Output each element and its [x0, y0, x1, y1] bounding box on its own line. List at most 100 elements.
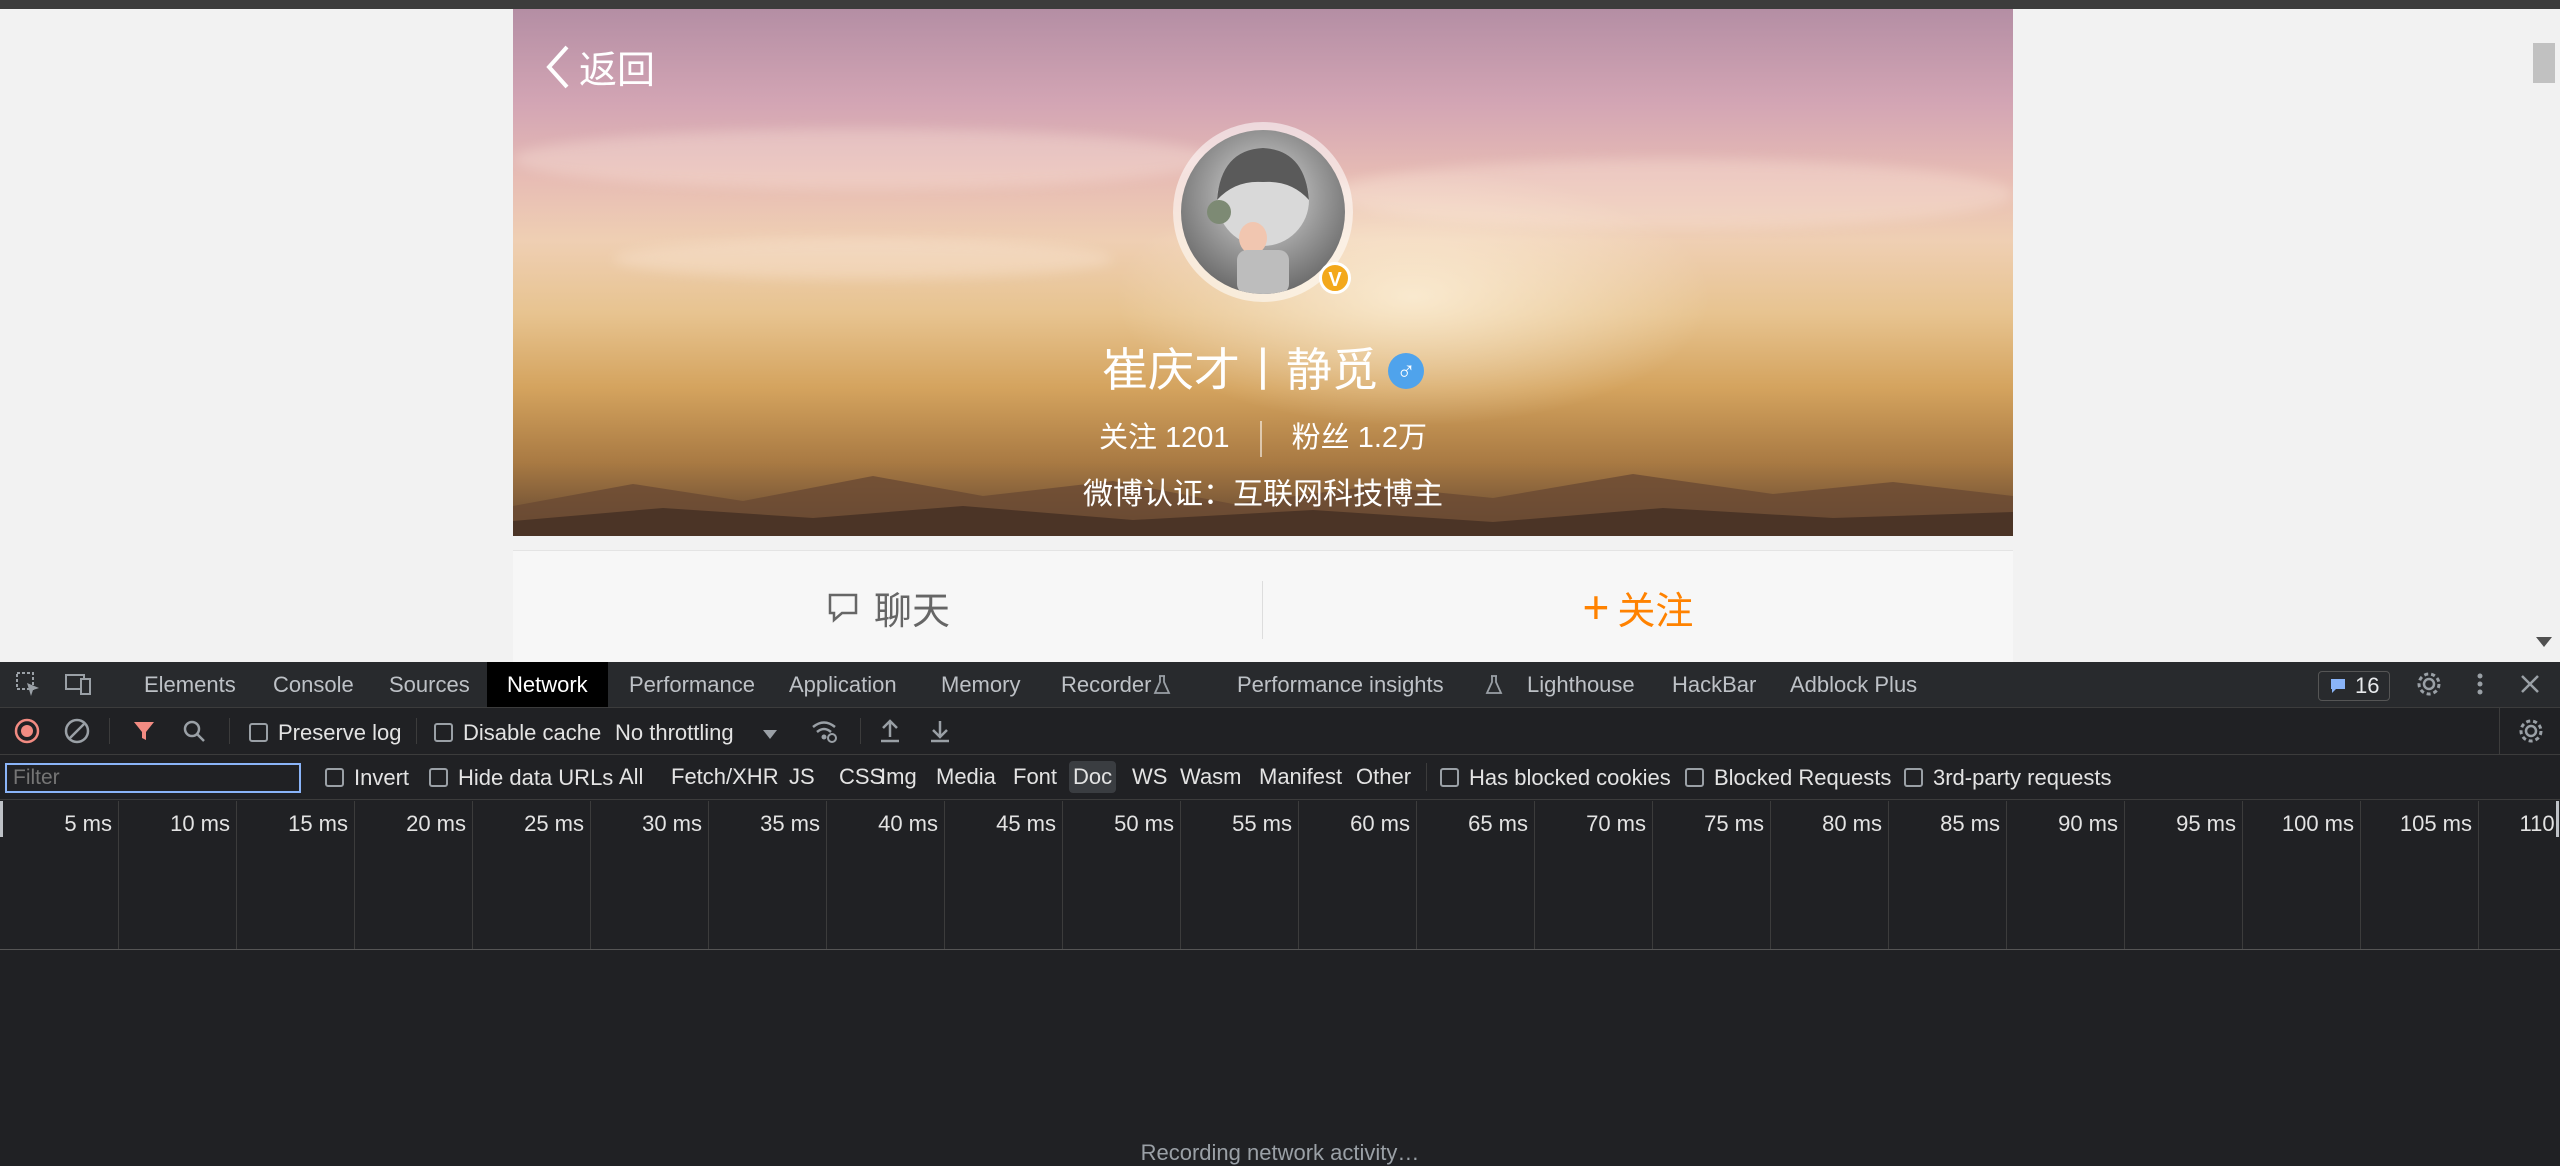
timeline-tick-label: 30 ms [642, 811, 702, 836]
clear-icon[interactable] [64, 718, 90, 744]
tab-application[interactable]: Application [769, 662, 917, 707]
network-toolbar: Preserve log Disable cache No throttling [0, 708, 2560, 755]
throttling-select[interactable]: No throttling [615, 720, 778, 746]
close-icon[interactable] [2516, 670, 2544, 698]
tab-network[interactable]: Network [487, 662, 608, 707]
network-overview-timeline: 5 ms 10 ms 15 ms 20 ms 25 ms 30 ms 35 ms 40 ms 4… [0, 801, 2560, 950]
page-scrollbar[interactable] [2530, 9, 2560, 662]
type-filter-font[interactable]: Font [1009, 761, 1061, 793]
timeline-tick-label: 10 ms [170, 811, 230, 836]
timeline-tick-label: 35 ms [760, 811, 820, 836]
timeline-tick-label: 50 ms [1114, 811, 1174, 836]
tab-memory[interactable]: Memory [921, 662, 1040, 707]
timeline-gridline [1770, 801, 1771, 949]
timeline-gridline [1180, 801, 1181, 949]
timeline-tick-label: 20 ms [406, 811, 466, 836]
tab-sources[interactable]: Sources [369, 662, 490, 707]
browser-top-bar [0, 0, 2560, 9]
tab-elements[interactable]: Elements [124, 662, 256, 707]
timeline-gridline [708, 801, 709, 949]
tab-performance[interactable]: Performance [609, 662, 775, 707]
tab-console[interactable]: Console [253, 662, 374, 707]
type-filter-media[interactable]: Media [932, 761, 1000, 793]
issues-badge[interactable]: 16 [2318, 671, 2391, 701]
type-filter-wasm[interactable]: Wasm [1176, 761, 1246, 793]
profile-stats: 关注 1201 粉丝 1.2万 [513, 414, 2013, 458]
timeline-gridline [944, 801, 945, 949]
type-filter-manifest[interactable]: Manifest [1255, 761, 1346, 793]
timeline-gridline [1062, 801, 1063, 949]
timeline-gridline [590, 801, 591, 949]
timeline-gridline [472, 801, 473, 949]
record-stop-icon[interactable] [14, 718, 40, 744]
type-filter-all[interactable]: All [615, 761, 647, 793]
follow-button[interactable]: + 关注 [1263, 551, 2013, 662]
timeline-gridline [118, 801, 119, 949]
tab-recorder[interactable]: Recorder [1041, 662, 1171, 707]
network-settings-gear-icon[interactable] [2517, 717, 2545, 745]
third-party-requests-checkbox[interactable]: 3rd-party requests [1904, 765, 2112, 791]
message-icon [2331, 679, 2345, 693]
scroll-down-arrow-icon[interactable] [2536, 637, 2552, 647]
fans-stat[interactable]: 粉丝 1.2万 [1292, 422, 1427, 454]
type-filter-img[interactable]: Img [876, 761, 921, 793]
preserve-log-checkbox[interactable]: Preserve log [249, 720, 402, 746]
more-options-icon[interactable] [2466, 670, 2494, 698]
settings-gear-icon[interactable] [2415, 670, 2443, 698]
timeline-right-handle[interactable] [2556, 801, 2559, 837]
profile-actions: 聊天 + 关注 [513, 550, 2013, 662]
timeline-tick-label: 45 ms [996, 811, 1056, 836]
tab-lighthouse[interactable]: Lighthouse [1507, 662, 1655, 707]
profile-name: 崔庆才丨静觅 [1102, 344, 1378, 396]
disable-cache-checkbox[interactable]: Disable cache [434, 720, 601, 746]
timeline-tick-label: 25 ms [524, 811, 584, 836]
timeline-tick-label: 80 ms [1822, 811, 1882, 836]
tab-adblock-plus[interactable]: Adblock Plus [1770, 662, 1937, 707]
timeline-gridline [2242, 801, 2243, 949]
avatar[interactable]: V [1173, 122, 1353, 302]
chat-icon [828, 593, 858, 623]
import-har-icon[interactable] [878, 717, 902, 745]
back-label: 返回 [579, 50, 656, 92]
type-filter-fetch-xhr[interactable]: Fetch/XHR [667, 761, 783, 793]
invert-checkbox[interactable]: Invert [325, 765, 409, 791]
type-filter-other[interactable]: Other [1352, 761, 1415, 793]
hide-data-urls-checkbox[interactable]: Hide data URLs [429, 765, 613, 791]
search-icon[interactable] [182, 719, 206, 743]
has-blocked-cookies-checkbox[interactable]: Has blocked cookies [1440, 765, 1671, 791]
timeline-gridline [1888, 801, 1889, 949]
timeline-gridline [1416, 801, 1417, 949]
timeline-tick-label: 110 ms [2519, 811, 2560, 836]
device-toolbar-icon[interactable] [64, 670, 92, 698]
timeline-gridline [354, 801, 355, 949]
timeline-tick-label: 100 ms [2281, 811, 2354, 836]
scrollbar-thumb[interactable] [2533, 43, 2555, 83]
type-filter-doc[interactable]: Doc [1069, 761, 1117, 793]
following-stat[interactable]: 关注 1201 [1099, 422, 1230, 454]
dropdown-arrow-icon [762, 730, 777, 739]
filter-input[interactable] [5, 763, 301, 793]
type-filter-ws[interactable]: WS [1128, 761, 1171, 793]
tab-performance-insights[interactable]: Performance insights [1217, 662, 1464, 707]
timeline-tick-label: 75 ms [1704, 811, 1764, 836]
timeline-tick-label: 5 ms [64, 811, 112, 836]
filter-icon[interactable] [132, 719, 156, 743]
inspect-element-icon[interactable] [14, 670, 42, 698]
back-button[interactable]: 返回 [543, 39, 655, 94]
timeline-gridline [2478, 801, 2479, 949]
type-filter-js[interactable]: JS [785, 761, 819, 793]
network-conditions-icon[interactable] [810, 718, 838, 744]
tab-hackbar[interactable]: HackBar [1652, 662, 1776, 707]
timeline-tick-label: 65 ms [1468, 811, 1528, 836]
timeline-gridline [1534, 801, 1535, 949]
chat-button[interactable]: 聊天 [513, 551, 1263, 662]
timeline-gridline [2006, 801, 2007, 949]
export-har-icon[interactable] [928, 717, 952, 745]
blocked-requests-checkbox[interactable]: Blocked Requests [1685, 765, 1891, 791]
network-filter-bar: Invert Hide data URLs All Fetch/XHR JS CSS I… [0, 755, 2560, 800]
timeline-left-handle[interactable] [0, 801, 3, 837]
recording-message: Recording network activity… [1140, 1140, 1420, 1165]
timeline-tick-label: 40 ms [878, 811, 938, 836]
page-viewport: 返回 V 崔庆才丨静觅♂ 关注 1201 粉丝 1.2万 微博认证：互联网科技 [0, 9, 2560, 662]
experiment-flask-icon [1153, 675, 1171, 694]
